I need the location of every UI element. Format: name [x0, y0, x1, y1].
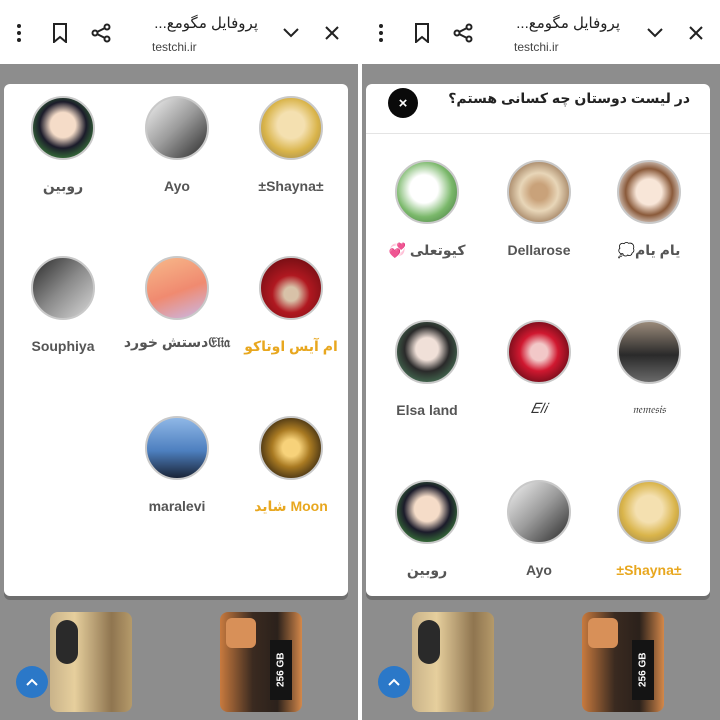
more-menu-button[interactable] [366, 18, 396, 48]
more-menu-button[interactable] [4, 18, 34, 48]
friend-name: شاید Moon [254, 498, 328, 514]
avatar [507, 160, 571, 224]
friend-card[interactable]: ±Shayna± [592, 480, 706, 610]
friend-card[interactable]: Ayo [482, 480, 596, 610]
more-vert-icon [379, 24, 383, 42]
avatar [31, 256, 95, 320]
friend-card[interactable]: Ayo [120, 96, 234, 226]
friends-modal: ±Shayna± Ayo روبین ام آیس اوتاکو 𝔈𝔩𝔦𝔞دست… [4, 84, 348, 596]
friend-card[interactable]: 𝐸𝑙𝑖 [482, 320, 596, 450]
friend-name: یام یام💭 [617, 242, 681, 258]
product-image-phone-gold[interactable] [50, 612, 132, 712]
friend-name: کیوتعلی 💞 [388, 242, 466, 258]
product-storage-label: 256 GB [270, 640, 292, 700]
more-vert-icon [17, 24, 21, 42]
friend-card[interactable]: Elsa land [370, 320, 484, 450]
bookmark-button[interactable] [407, 18, 437, 48]
friend-name: 𝔫𝔢𝔪𝔢𝔰𝔦𝔰 [632, 404, 666, 416]
avatar [395, 320, 459, 384]
share-button[interactable] [86, 18, 116, 48]
avatar [617, 480, 681, 544]
avatar [507, 320, 571, 384]
right-screen: 256 GB پروفایل مگومع... testchi.ir در لی… [362, 0, 720, 720]
avatar [617, 320, 681, 384]
avatar [395, 480, 459, 544]
avatar [259, 96, 323, 160]
bookmark-button[interactable] [45, 18, 75, 48]
share-button[interactable] [448, 18, 478, 48]
friend-card[interactable]: ام آیس اوتاکو [234, 256, 348, 386]
avatar [145, 416, 209, 480]
modal-title: در لیست دوستان چه کسانی هستم؟ [448, 90, 690, 106]
avatar [395, 160, 459, 224]
friend-name: ±Shayna± [616, 562, 682, 578]
friend-name: maralevi [148, 498, 206, 514]
friend-name: 𝐸𝑙𝑖 [530, 402, 548, 417]
avatar [145, 256, 209, 320]
left-screen: 256 GB پروفایل مگومع... testchi.ir ±Shay… [0, 0, 358, 720]
chevron-up-icon [388, 678, 400, 686]
friend-name: Ayo [164, 178, 190, 194]
friend-name: ±Shayna± [258, 178, 324, 194]
browser-toolbar: پروفایل مگومع... testchi.ir [0, 0, 358, 64]
friend-name: 𝔈𝔩𝔦𝔞دستش خورد [123, 334, 231, 350]
chevron-down-icon [647, 28, 663, 38]
avatar [617, 160, 681, 224]
page-title: پروفایل مگومع... [516, 15, 620, 32]
share-icon [453, 23, 473, 43]
friend-card[interactable]: maralevi [120, 416, 234, 546]
friend-card[interactable]: Dellarose [482, 160, 596, 290]
avatar [507, 480, 571, 544]
product-storage-label: 256 GB [632, 640, 654, 700]
friend-card[interactable]: Souphiya [6, 256, 120, 386]
product-image-phone-gold[interactable] [412, 612, 494, 712]
friend-card[interactable]: 𝔈𝔩𝔦𝔞دستش خورد [120, 256, 234, 386]
friends-modal: در لیست دوستان چه کسانی هستم؟ × یام یام💭… [366, 84, 710, 596]
friend-card[interactable]: روبین [370, 480, 484, 610]
friend-card[interactable]: کیوتعلی 💞 [370, 160, 484, 290]
friend-card[interactable]: شاید Moon [234, 416, 348, 546]
share-icon [91, 23, 111, 43]
modal-close-button[interactable]: × [388, 88, 418, 118]
page-url: testchi.ir [152, 40, 197, 54]
friend-name: روبین [406, 562, 448, 578]
friend-name: Elsa land [396, 402, 458, 418]
avatar [145, 96, 209, 160]
close-icon [689, 26, 703, 40]
scroll-top-button[interactable] [16, 666, 48, 698]
collapse-button[interactable] [640, 18, 670, 48]
close-tab-button[interactable] [317, 18, 347, 48]
page-url: testchi.ir [514, 40, 559, 54]
scroll-top-button[interactable] [378, 666, 410, 698]
friend-card[interactable]: روبین [6, 96, 120, 226]
page-title: پروفایل مگومع... [154, 15, 258, 32]
avatar [31, 96, 95, 160]
friend-name: Ayo [526, 562, 552, 578]
chevron-up-icon [26, 678, 38, 686]
close-icon [325, 26, 339, 40]
collapse-button[interactable] [276, 18, 306, 48]
avatar [259, 416, 323, 480]
browser-toolbar: پروفایل مگومع... testchi.ir [362, 0, 720, 64]
bookmark-icon [415, 23, 429, 43]
friend-name: Souphiya [31, 338, 95, 354]
friend-card[interactable]: 𝔫𝔢𝔪𝔢𝔰𝔦𝔰 [592, 320, 706, 450]
bookmark-icon [53, 23, 67, 43]
friend-card[interactable]: یام یام💭 [592, 160, 706, 290]
friend-name: Dellarose [507, 242, 571, 258]
avatar [259, 256, 323, 320]
chevron-down-icon [283, 28, 299, 38]
friend-card[interactable]: ±Shayna± [234, 96, 348, 226]
close-tab-button[interactable] [681, 18, 711, 48]
friend-name: روبین [42, 178, 84, 194]
friend-name: ام آیس اوتاکو [244, 338, 338, 354]
modal-header: در لیست دوستان چه کسانی هستم؟ × [366, 84, 710, 134]
